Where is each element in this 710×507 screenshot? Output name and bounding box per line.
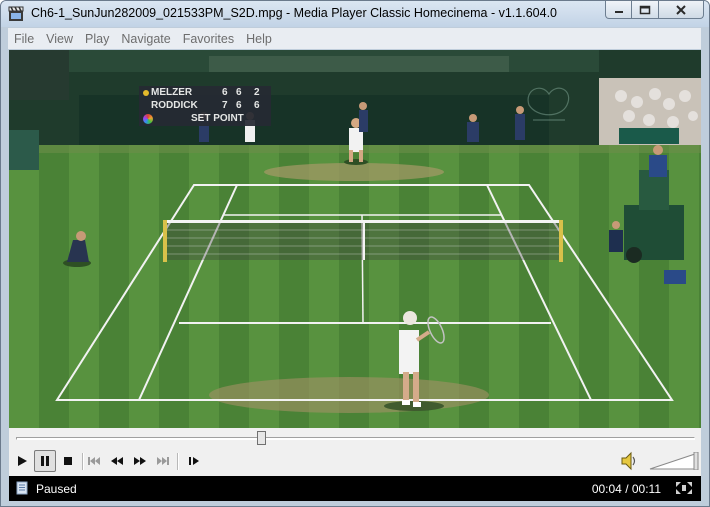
player-name: MELZER bbox=[151, 87, 193, 98]
menu-bar: File View Play Navigate Favorites Help bbox=[8, 28, 701, 49]
volume-slider[interactable] bbox=[649, 452, 699, 470]
minimize-button[interactable] bbox=[605, 1, 632, 19]
document-icon bbox=[16, 481, 28, 495]
scoreboard-status: SET POINT bbox=[191, 113, 244, 124]
video-frame[interactable]: MELZER 6 6 2 RODDICK 7 6 6 SET POINT bbox=[9, 50, 701, 428]
status-bar: Paused 00:04 / 00:11 bbox=[9, 476, 701, 501]
playback-state: Paused bbox=[36, 482, 77, 496]
maximize-icon bbox=[639, 5, 651, 14]
menu-file[interactable]: File bbox=[8, 32, 40, 46]
time-readout: 00:04 / 00:11 bbox=[591, 482, 661, 496]
film-clapper-icon bbox=[8, 6, 24, 21]
title-bar[interactable]: Ch6-1_SunJun282009_021533PM_S2D.mpg - Me… bbox=[1, 1, 709, 27]
fullscreen-icon[interactable] bbox=[675, 481, 693, 495]
skip-back-icon bbox=[88, 457, 100, 465]
player-name: RODDICK bbox=[151, 100, 198, 111]
window-title: Ch6-1_SunJun282009_021533PM_S2D.mpg - Me… bbox=[31, 6, 557, 20]
frame-step-button[interactable] bbox=[183, 450, 205, 472]
previous-button[interactable] bbox=[83, 450, 105, 472]
separator bbox=[177, 453, 179, 470]
serving-indicator-icon bbox=[143, 90, 149, 96]
broadcaster-logo-icon bbox=[143, 114, 153, 124]
menu-help[interactable]: Help bbox=[240, 32, 278, 46]
menu-view[interactable]: View bbox=[40, 32, 79, 46]
menu-favorites[interactable]: Favorites bbox=[177, 32, 240, 46]
menu-navigate[interactable]: Navigate bbox=[115, 32, 176, 46]
pause-icon bbox=[41, 456, 49, 466]
menu-play[interactable]: Play bbox=[79, 32, 115, 46]
pause-button[interactable] bbox=[34, 450, 56, 472]
next-button[interactable] bbox=[152, 450, 174, 472]
stop-icon bbox=[64, 457, 72, 465]
playback-controls bbox=[9, 428, 701, 476]
window-buttons bbox=[605, 1, 704, 19]
skip-forward-icon bbox=[157, 457, 169, 465]
minimize-icon bbox=[614, 10, 623, 13]
set-score: 6 bbox=[236, 87, 242, 98]
set-score: 6 bbox=[254, 100, 260, 111]
close-icon bbox=[676, 4, 686, 15]
play-button[interactable] bbox=[11, 450, 33, 472]
scoreboard-row-1: MELZER 6 6 2 bbox=[139, 87, 271, 99]
frame-step-icon bbox=[189, 457, 199, 465]
fast-forward-button[interactable] bbox=[129, 450, 151, 472]
maximize-button[interactable] bbox=[632, 1, 659, 19]
scoreboard: MELZER 6 6 2 RODDICK 7 6 6 SET POINT bbox=[139, 86, 271, 126]
rewind-button[interactable] bbox=[106, 450, 128, 472]
set-score: 2 bbox=[254, 87, 260, 98]
tennis-court-frame bbox=[9, 50, 701, 428]
fast-forward-icon bbox=[134, 457, 146, 465]
speaker-icon[interactable] bbox=[619, 450, 639, 472]
stop-button[interactable] bbox=[57, 450, 79, 472]
set-score: 6 bbox=[236, 100, 242, 111]
rewind-icon bbox=[111, 457, 123, 465]
seek-bar[interactable] bbox=[16, 437, 695, 440]
set-score: 6 bbox=[222, 87, 228, 98]
play-icon bbox=[18, 456, 27, 466]
player-window: Ch6-1_SunJun282009_021533PM_S2D.mpg - Me… bbox=[0, 0, 710, 507]
seek-thumb[interactable] bbox=[257, 431, 267, 445]
set-score: 7 bbox=[222, 100, 228, 111]
scoreboard-row-2: RODDICK 7 6 6 bbox=[139, 100, 271, 112]
close-button[interactable] bbox=[659, 1, 704, 19]
volume-thumb[interactable] bbox=[693, 452, 699, 470]
